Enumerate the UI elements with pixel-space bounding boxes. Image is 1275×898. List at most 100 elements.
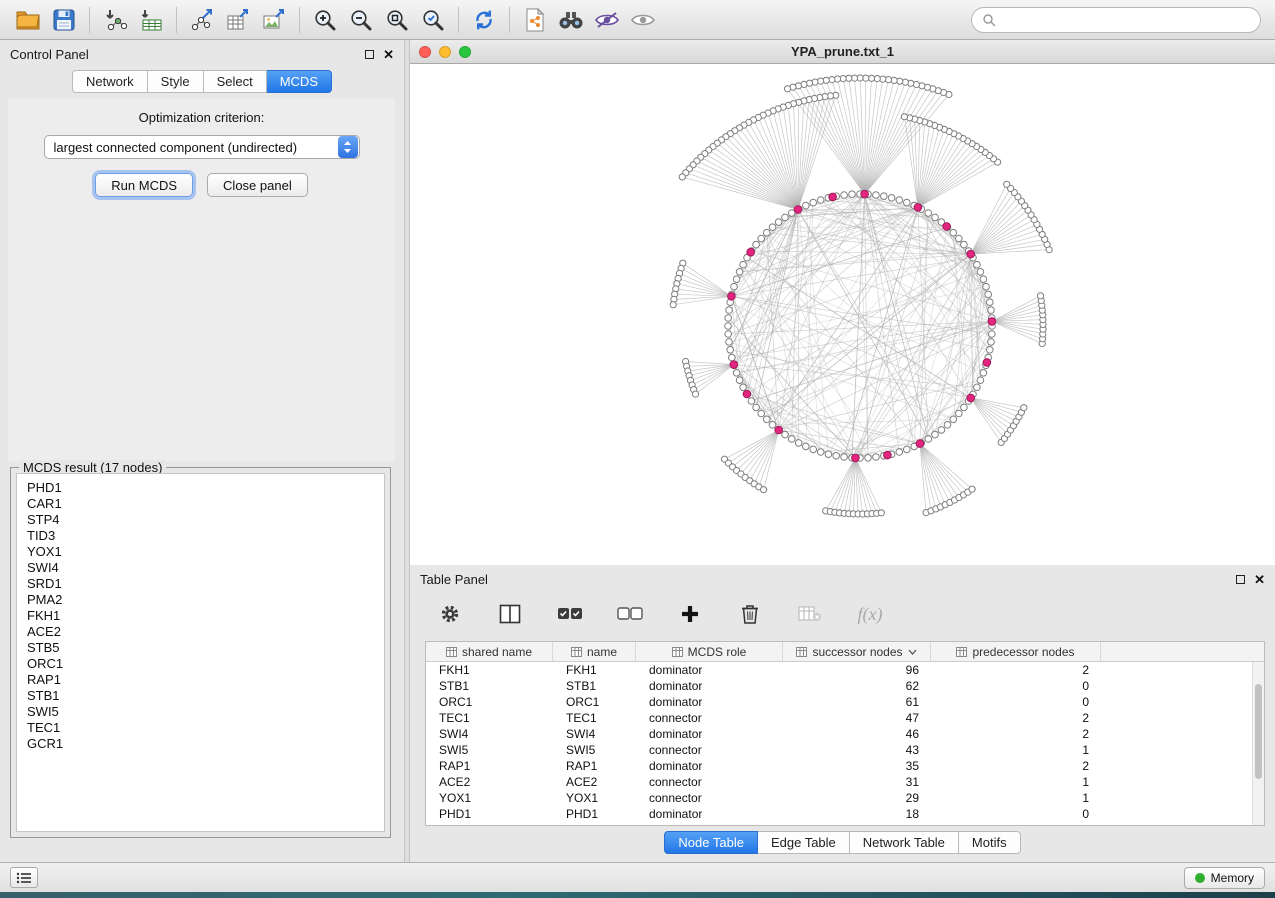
tab-style[interactable]: Style [148,70,204,93]
mcds-result-node[interactable]: PMA2 [27,592,384,608]
close-panel-button[interactable]: Close panel [207,173,308,197]
open-in-browser-button[interactable] [517,4,553,36]
export-image-button[interactable] [256,4,292,36]
node-table-row[interactable]: SWI4SWI4dominator462 [426,726,1252,742]
mcds-result-node[interactable]: YOX1 [27,544,384,560]
zoom-fit-button[interactable] [379,4,415,36]
column-header-shared-name[interactable]: shared name [426,642,553,661]
import-network-button[interactable] [97,4,133,36]
table-cell: dominator [636,727,783,741]
node-table-row[interactable]: YOX1YOX1connector291 [426,790,1252,806]
network-canvas[interactable] [410,64,1275,565]
main-toolbar [0,0,1275,40]
delete-table-icon [798,604,822,624]
refresh-view-button[interactable] [466,4,502,36]
fx-icon: f(x) [858,604,883,625]
select-all-rows-button[interactable] [552,598,588,630]
tab-select[interactable]: Select [204,70,267,93]
table-cell: SWI4 [426,727,553,741]
minimize-window-traffic-light[interactable] [439,46,451,58]
node-table-row[interactable]: ACE2ACE2connector311 [426,774,1252,790]
zoom-out-button[interactable] [343,4,379,36]
import-network-icon [103,8,127,32]
tab-mcds[interactable]: MCDS [267,70,332,93]
mcds-result-node[interactable]: GCR1 [27,736,384,752]
zoom-in-button[interactable] [307,4,343,36]
close-panel-icon[interactable]: ✕ [383,50,394,60]
mcds-result-node[interactable]: STB1 [27,688,384,704]
column-header-successor-nodes[interactable]: successor nodes [783,642,931,661]
run-mcds-button[interactable]: Run MCDS [95,173,193,197]
maximize-window-traffic-light[interactable] [459,46,471,58]
mcds-result-node[interactable]: ACE2 [27,624,384,640]
delete-table-button[interactable] [792,598,828,630]
mcds-result-node[interactable]: FKH1 [27,608,384,624]
tab-node-table[interactable]: Node Table [664,831,758,854]
mcds-result-node[interactable]: SWI4 [27,560,384,576]
open-session-button[interactable] [10,4,46,36]
network-graph[interactable] [410,64,1275,565]
zoom-selected-button[interactable] [415,4,451,36]
close-window-traffic-light[interactable] [419,46,431,58]
float-panel-icon[interactable] [1236,575,1245,584]
apply-function-button[interactable]: f(x) [852,598,888,630]
table-cell: PHD1 [426,807,553,821]
node-table-row[interactable]: STB1STB1dominator620 [426,678,1252,694]
table-settings-button[interactable] [432,598,468,630]
mcds-result-node[interactable]: ORC1 [27,656,384,672]
export-table-button[interactable] [220,4,256,36]
delete-column-button[interactable] [732,598,768,630]
mcds-result-node[interactable]: RAP1 [27,672,384,688]
tab-network[interactable]: Network [72,70,148,93]
float-panel-icon[interactable] [365,50,374,59]
save-session-button[interactable] [46,4,82,36]
table-cell: SWI5 [426,743,553,757]
show-all-hidden-button[interactable] [625,4,661,36]
search-box[interactable] [971,7,1261,33]
node-table-row[interactable]: RAP1RAP1dominator352 [426,758,1252,774]
status-menu-button[interactable] [10,867,38,888]
mcds-result-list[interactable]: PHD1CAR1STP4TID3YOX1SWI4SRD1PMA2FKH1ACE2… [16,473,385,832]
close-panel-icon[interactable]: ✕ [1254,575,1265,585]
node-table-row[interactable]: FKH1FKH1dominator962 [426,662,1252,678]
add-column-button[interactable] [672,598,708,630]
scrollbar-thumb[interactable] [1255,684,1262,779]
tab-network-table[interactable]: Network Table [850,831,959,854]
column-header-MCDS-role[interactable]: MCDS role [636,642,783,661]
mcds-result-node[interactable]: STB5 [27,640,384,656]
node-table-row[interactable]: PHD1PHD1dominator180 [426,806,1252,822]
tab-edge-table[interactable]: Edge Table [758,831,850,854]
node-table-row[interactable]: TEC1TEC1connector472 [426,710,1252,726]
mcds-result-node[interactable]: TEC1 [27,720,384,736]
import-table-button[interactable] [133,4,169,36]
show-columns-button[interactable] [492,598,528,630]
right-column: YPA_prune.txt_1 Table Panel ✕ [410,40,1275,862]
table-cell: 43 [783,743,931,757]
mcds-result-node[interactable]: SRD1 [27,576,384,592]
first-neighbors-button[interactable] [553,4,589,36]
table-cell: SWI5 [553,743,636,757]
optimization-criterion-dropdown[interactable]: largest connected component (undirected) [44,135,360,159]
mcds-result-node[interactable]: PHD1 [27,480,384,496]
toolbar-separator [299,7,300,33]
column-header-name[interactable]: name [553,642,636,661]
dropdown-stepper[interactable] [338,136,358,158]
table-cell: dominator [636,807,783,821]
network-window-titlebar[interactable]: YPA_prune.txt_1 [410,40,1275,64]
mcds-result-node[interactable]: TID3 [27,528,384,544]
table-vertical-scrollbar[interactable] [1252,662,1264,825]
search-input[interactable] [1002,12,1250,27]
mcds-result-node[interactable]: STP4 [27,512,384,528]
tab-motifs[interactable]: Motifs [959,831,1021,854]
hide-selected-button[interactable] [589,4,625,36]
deselect-all-rows-button[interactable] [612,598,648,630]
table-cell: 1 [931,791,1101,805]
table-cell: 0 [931,695,1101,709]
memory-button[interactable]: Memory [1184,867,1265,889]
column-header-predecessor-nodes[interactable]: predecessor nodes [931,642,1101,661]
export-network-button[interactable] [184,4,220,36]
mcds-result-node[interactable]: CAR1 [27,496,384,512]
node-table-row[interactable]: ORC1ORC1dominator610 [426,694,1252,710]
mcds-result-node[interactable]: SWI5 [27,704,384,720]
node-table-row[interactable]: SWI5SWI5connector431 [426,742,1252,758]
